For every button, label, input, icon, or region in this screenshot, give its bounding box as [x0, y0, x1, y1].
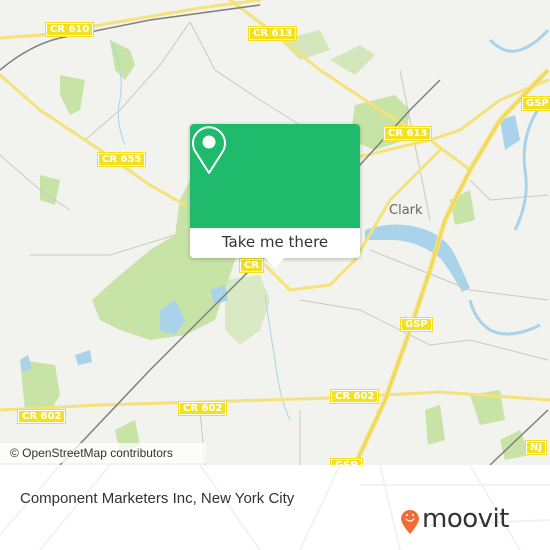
road-shield-cr602: CR 602 [178, 401, 228, 416]
destination-title: Component Marketers Inc, New York City [20, 490, 295, 507]
minor-road [469, 179, 549, 201]
road-cr602 [0, 390, 550, 412]
park-area [225, 275, 270, 345]
map-attribution[interactable]: © OpenStreetMap contributors [0, 443, 206, 463]
rivers-layer [468, 29, 550, 336]
moovit-pin-icon [401, 510, 419, 534]
river [513, 99, 547, 231]
road-shield-gsp: GSP [521, 96, 550, 111]
road-shield-gsp: GSP [400, 317, 433, 332]
road-cr610 [0, 0, 262, 40]
location-pin-icon [192, 126, 226, 174]
destination-popup[interactable]: Take me there [190, 124, 360, 268]
moovit-wordmark: moovit [422, 504, 509, 534]
road-shield-cr: CR [239, 258, 265, 273]
road-shield-cr610: CR 610 [45, 22, 95, 37]
popup-pointer [266, 258, 284, 268]
minor-road [84, 21, 191, 141]
river [468, 299, 541, 336]
footer-bar: Component Marketers Inc, New York City m… [0, 465, 550, 550]
road-shield-cr602: CR 602 [330, 389, 380, 404]
road-cr655 [0, 73, 187, 207]
road-shield-gsp: GSP [330, 458, 363, 465]
park-area [60, 75, 85, 115]
road-shield-cr613: CR 613 [248, 26, 298, 41]
park-area [330, 45, 375, 75]
road-shield-cr655: CR 655 [97, 152, 147, 167]
road-shield-nj: NJ [525, 440, 548, 455]
take-me-there-button[interactable]: Take me there [190, 228, 360, 258]
park-area [425, 405, 445, 445]
river [365, 224, 470, 292]
road-shield-cr613: CR 613 [383, 126, 433, 141]
river [488, 29, 550, 53]
park-area [40, 175, 60, 205]
road-shield-cr602: CR 602 [17, 409, 67, 424]
popup-header [190, 124, 360, 228]
park-area [110, 40, 135, 80]
lake [75, 350, 92, 365]
place-label-clark: Clark [389, 203, 423, 218]
map-view[interactable]: CR 610 CR 613 CR 613 CR 655 GSP GSP GSP … [0, 0, 550, 465]
